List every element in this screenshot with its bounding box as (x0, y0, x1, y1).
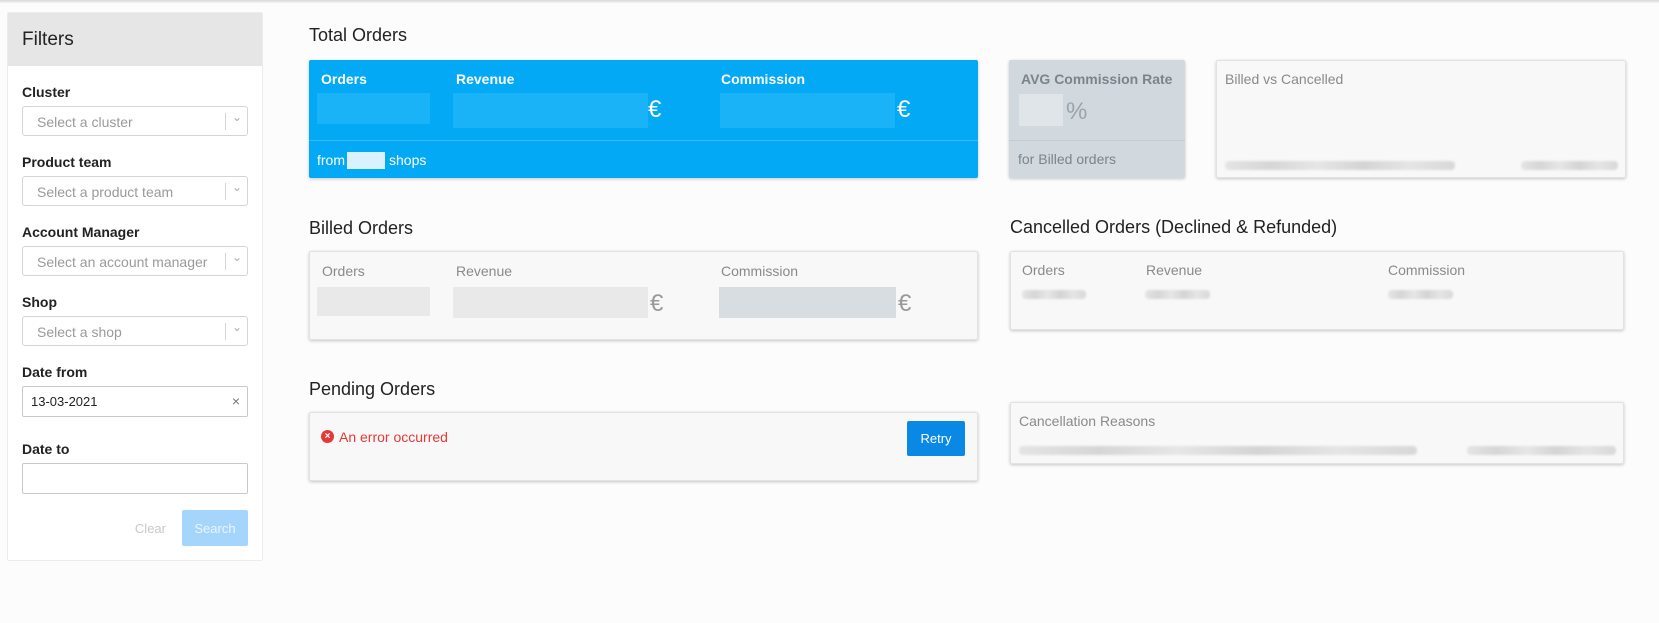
orders-value-placeholder (317, 93, 430, 124)
loading-skeleton (1467, 446, 1616, 455)
cancellation-reasons-label: Cancellation Reasons (1019, 413, 1156, 429)
filters-panel: Filters Cluster Select a cluster ⌄ Produ… (7, 12, 263, 561)
product-team-label: Product team (22, 154, 112, 170)
commission-label: Commission (1388, 262, 1466, 278)
date-from-input[interactable]: 13-03-2021 × (22, 386, 248, 417)
revenue-label: Revenue (456, 263, 513, 279)
top-shadow (0, 0, 1659, 3)
avg-commission-card: AVG Commission Rate % for Billed orders (1009, 60, 1185, 178)
cluster-placeholder: Select a cluster (37, 114, 133, 130)
percent-sign: % (1066, 98, 1088, 125)
avg-commission-footer: for Billed orders (1018, 151, 1117, 167)
loading-skeleton (1388, 290, 1453, 299)
account-manager-label: Account Manager (22, 224, 140, 240)
pending-orders-title: Pending Orders (309, 379, 436, 399)
divider (1009, 140, 1185, 141)
chevron-down-icon[interactable]: ⌄ (232, 250, 242, 264)
commission-label: Commission (721, 71, 806, 87)
cancellation-reasons-card: Cancellation Reasons (1010, 402, 1624, 464)
account-manager-placeholder: Select an account manager (37, 254, 208, 270)
commission-label: Commission (721, 263, 799, 279)
billed-orders-card: Orders Revenue Commission € € (309, 251, 978, 340)
chevron-down-icon[interactable]: ⌄ (232, 320, 242, 334)
loading-skeleton (1022, 290, 1086, 299)
commission-value-placeholder (720, 93, 895, 128)
select-separator (225, 253, 226, 270)
loading-skeleton (1521, 161, 1618, 170)
revenue-currency: € (648, 96, 662, 123)
total-orders-title: Total Orders (309, 25, 408, 45)
commission-value-placeholder (719, 287, 896, 318)
avg-commission-label: AVG Commission Rate (1021, 71, 1173, 87)
shop-placeholder: Select a shop (37, 324, 122, 340)
clear-date-icon[interactable]: × (232, 393, 240, 409)
total-orders-card: Orders Revenue Commission € € from shops (309, 60, 978, 178)
revenue-value-placeholder (453, 287, 648, 318)
filters-title: Filters (8, 13, 262, 66)
cancelled-orders-title: Cancelled Orders (Declined & Refunded) (1010, 217, 1338, 237)
chevron-down-icon[interactable]: ⌄ (232, 180, 242, 194)
date-to-label: Date to (22, 441, 70, 457)
date-from-value: 13-03-2021 (31, 394, 98, 409)
orders-label: Orders (322, 263, 365, 279)
revenue-currency: € (650, 290, 664, 317)
commission-currency: € (897, 96, 911, 123)
orders-label: Orders (1022, 262, 1065, 278)
cancelled-orders-card: Orders Revenue Commission (1010, 251, 1624, 330)
divider (309, 140, 978, 141)
loading-skeleton (1225, 161, 1455, 170)
revenue-label: Revenue (1146, 262, 1203, 278)
revenue-label: Revenue (456, 71, 515, 87)
avg-value-placeholder (1019, 94, 1063, 126)
product-team-placeholder: Select a product team (37, 184, 174, 200)
pending-orders-card: × An error occurred Retry (309, 412, 978, 481)
billed-vs-cancelled-card: Billed vs Cancelled (1216, 60, 1626, 178)
shops-text: shops (389, 152, 427, 168)
revenue-value-placeholder (453, 93, 648, 128)
from-text: from (317, 152, 345, 168)
date-from-label: Date from (22, 364, 88, 380)
shop-select[interactable]: Select a shop ⌄ (22, 316, 248, 346)
clear-button[interactable]: Clear (135, 521, 166, 536)
shops-count-placeholder (347, 152, 385, 169)
product-team-select[interactable]: Select a product team ⌄ (22, 176, 248, 206)
select-separator (225, 183, 226, 200)
orders-value-placeholder (317, 287, 430, 316)
error-message: An error occurred (339, 429, 448, 445)
billed-vs-cancelled-label: Billed vs Cancelled (1225, 71, 1344, 87)
cluster-label: Cluster (22, 84, 71, 100)
orders-label: Orders (321, 71, 367, 87)
chevron-down-icon[interactable]: ⌄ (232, 110, 242, 124)
select-separator (225, 323, 226, 340)
cluster-select[interactable]: Select a cluster ⌄ (22, 106, 248, 136)
date-to-input[interactable] (22, 463, 248, 494)
loading-skeleton (1019, 446, 1417, 455)
loading-skeleton (1145, 290, 1210, 299)
retry-button[interactable]: Retry (907, 421, 965, 456)
account-manager-select[interactable]: Select an account manager ⌄ (22, 246, 248, 276)
select-separator (225, 113, 226, 130)
commission-currency: € (898, 290, 912, 317)
search-button[interactable]: Search (182, 510, 248, 546)
error-icon: × (321, 430, 334, 443)
billed-orders-title: Billed Orders (309, 218, 414, 238)
shop-label: Shop (22, 294, 57, 310)
